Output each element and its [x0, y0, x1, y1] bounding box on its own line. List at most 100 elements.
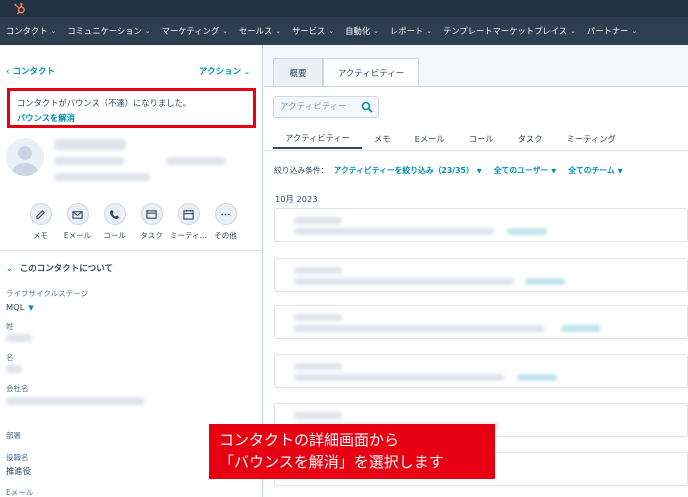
hubspot-logo-icon[interactable]: [13, 2, 26, 15]
quick-actions: メモ Eメール コール タスク ミーティ… その他: [22, 203, 244, 241]
activity-subtabs: アクティビティー メモ Eメール コール タスク ミーティング: [273, 129, 628, 149]
email-action[interactable]: Eメール: [59, 203, 96, 241]
activity-card-link-redacted: [525, 278, 565, 285]
chevron-down-icon: ⌄: [328, 27, 335, 35]
email-label: Eメール: [6, 488, 34, 497]
activity-card-title-redacted: [294, 363, 342, 370]
caret-down-icon: ▼: [28, 304, 34, 312]
activity-card-title-redacted: [294, 217, 342, 224]
contact-email-redacted: [54, 173, 150, 181]
activity-card-body-redacted: [294, 228, 494, 235]
note-action[interactable]: メモ: [22, 203, 59, 241]
job-title-value[interactable]: 推進役: [6, 465, 31, 477]
task-action[interactable]: タスク: [133, 203, 170, 241]
activity-filter-dropdown[interactable]: アクティビティーを絞り込み（23/35） ▼: [334, 165, 482, 176]
back-to-contacts-link[interactable]: ‹ コンタクト: [6, 65, 55, 77]
contact-name-redacted: [54, 139, 126, 150]
nav-template-marketplace[interactable]: テンプレートマーケットプレイス ⌄: [443, 25, 576, 37]
activity-card[interactable]: [274, 354, 688, 388]
more-action[interactable]: その他: [207, 203, 244, 241]
caret-down-icon: ▼: [617, 167, 623, 175]
bounce-alert-message: コンタクトがバウンス（不達）になりました。: [17, 98, 192, 108]
chevron-down-icon: ⌄: [144, 27, 151, 35]
chevron-down-icon: ⌄: [244, 68, 250, 76]
subtab-notes[interactable]: メモ: [362, 129, 403, 149]
activity-card[interactable]: [274, 305, 688, 339]
activity-filters: 絞り込み条件： アクティビティーを絞り込み（23/35） ▼ 全てのユーザー ▼ 全…: [274, 165, 635, 176]
caption-line-1: コンタクトの詳細画面から: [219, 431, 400, 449]
nav-partners[interactable]: パートナー ⌄: [587, 25, 637, 37]
last-name-redacted: [6, 334, 32, 342]
activity-card-link-redacted: [561, 325, 601, 332]
subtab-meetings[interactable]: ミーティング: [555, 129, 628, 149]
activity-card-title-redacted: [294, 314, 342, 321]
chevron-down-icon: ⌄: [373, 27, 379, 35]
main-navigation: コンタクト ⌄ コミュニケーション ⌄ マーケティング ⌄ セールス ⌄ サービス ⌄ 自…: [0, 17, 688, 45]
actions-menu-button[interactable]: アクション ⌄: [199, 65, 250, 77]
activity-card-body-redacted: [294, 278, 514, 285]
activity-search[interactable]: [273, 96, 379, 118]
calendar-icon: [177, 203, 200, 225]
department-label: 部署: [6, 431, 21, 440]
email-icon: [66, 203, 89, 225]
more-icon: [214, 203, 237, 225]
activity-card-body-redacted: [294, 374, 504, 381]
subtab-tasks[interactable]: タスク: [506, 129, 555, 149]
chevron-down-icon: ⌄: [426, 27, 433, 35]
caret-down-icon: ▼: [476, 167, 482, 175]
activity-card[interactable]: [274, 208, 688, 242]
chevron-down-icon: ⌄: [50, 27, 57, 35]
nav-sales[interactable]: セールス ⌄: [239, 25, 281, 37]
tab-overview[interactable]: 概要: [273, 58, 323, 87]
contact-title-redacted: [54, 157, 124, 165]
company-name-label: 会社名: [6, 384, 29, 393]
tutorial-caption: コンタクトの詳細画面から 「バウンスを解消」を選択します: [209, 424, 495, 479]
chevron-down-icon: ⌄: [570, 27, 576, 35]
search-icon[interactable]: [361, 101, 373, 113]
chevron-down-icon: ⌄: [222, 27, 229, 35]
subtab-emails[interactable]: Eメール: [403, 129, 457, 149]
teams-filter-dropdown[interactable]: 全てのチーム ▼: [568, 165, 623, 176]
activity-search-input[interactable]: [280, 102, 356, 112]
activity-card-body-redacted: [294, 325, 544, 332]
chevron-down-icon: ⌄: [275, 27, 282, 35]
bounce-alert: コンタクトがバウンス（不達）になりました。 バウンスを解消: [7, 88, 256, 128]
subtab-activity[interactable]: アクティビティー: [273, 129, 362, 149]
company-name-redacted: [6, 397, 144, 405]
nav-reports[interactable]: レポート ⌄: [390, 25, 432, 37]
call-action[interactable]: コール: [96, 203, 133, 241]
job-title-label: 役職名: [6, 453, 29, 462]
caption-line-2: 「バウンスを解消」を選択します: [219, 453, 444, 471]
filter-label: 絞り込み条件：: [274, 166, 329, 175]
nav-automation[interactable]: 自動化 ⌄: [345, 25, 379, 37]
activity-card-title-redacted: [294, 412, 342, 419]
nav-service[interactable]: サービス ⌄: [292, 25, 334, 37]
nav-conversations[interactable]: コミュニケーション ⌄: [67, 25, 150, 37]
about-contact-section-toggle[interactable]: ⌄ このコンタクトについて: [6, 262, 113, 275]
tab-activity[interactable]: アクティビティー: [323, 58, 419, 87]
subtab-divider: [264, 150, 688, 151]
avatar[interactable]: [6, 138, 44, 176]
person-icon: [12, 146, 38, 176]
activity-card[interactable]: [274, 258, 688, 292]
lifecycle-stage-dropdown[interactable]: MQL ▼: [6, 302, 34, 312]
last-name-label: 姓: [6, 322, 14, 331]
top-bar: [0, 0, 688, 17]
first-name-label: 名: [6, 353, 14, 362]
first-name-redacted: [6, 365, 22, 373]
meeting-action[interactable]: ミーティ…: [170, 203, 207, 241]
lifecycle-stage-label: ライフサイクルステージ: [6, 289, 88, 298]
caret-down-icon: ▼: [551, 167, 557, 175]
nav-contacts[interactable]: コンタクト ⌄: [6, 25, 56, 37]
users-filter-dropdown[interactable]: 全てのユーザー ▼: [494, 165, 556, 176]
activity-card-title-redacted: [294, 267, 342, 274]
section-divider: [0, 250, 263, 251]
phone-icon: [103, 203, 126, 225]
timeline-month-header: 10月 2023: [275, 194, 318, 204]
resolve-bounce-link[interactable]: バウンスを解消: [17, 112, 246, 124]
subtab-calls[interactable]: コール: [457, 129, 506, 149]
chevron-down-icon: ⌄: [631, 27, 638, 35]
activity-card-link-redacted: [507, 228, 547, 235]
note-icon: [29, 203, 52, 225]
nav-marketing[interactable]: マーケティング ⌄: [162, 25, 228, 37]
